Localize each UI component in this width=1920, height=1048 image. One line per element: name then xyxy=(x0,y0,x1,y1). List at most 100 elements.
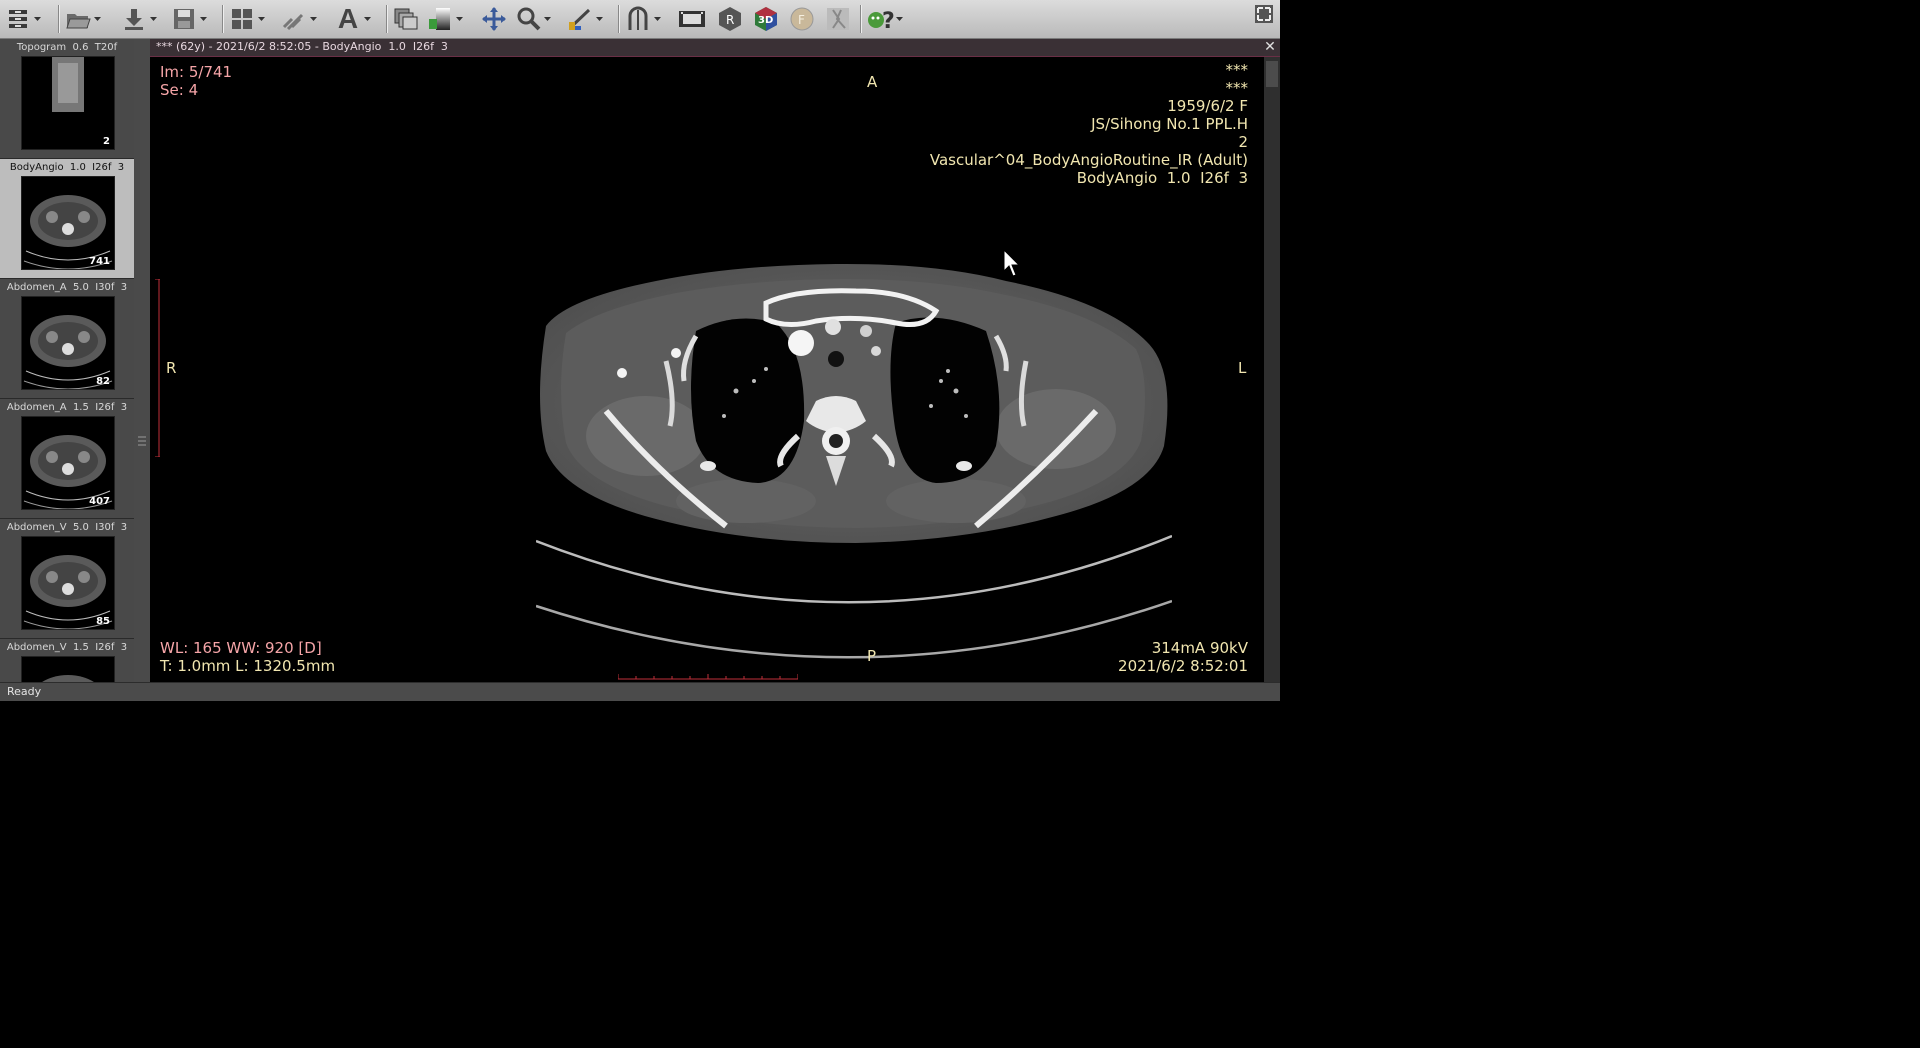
svg-text:?: ? xyxy=(882,9,894,32)
orientation-left: L xyxy=(1238,359,1247,377)
series-thumbnail[interactable]: Abdomen_V 1.5 I26f 3 xyxy=(0,639,134,682)
series-thumbnail-label: Abdomen_A 1.5 I26f 3 xyxy=(6,402,128,413)
text-glyph: A xyxy=(337,3,359,34)
toolbar: A R 3D F ? xyxy=(0,0,1280,39)
series-thumbnail-image: 741 xyxy=(21,176,115,270)
chevron-down-icon[interactable] xyxy=(454,5,464,33)
pan-icon xyxy=(480,5,508,33)
series-image-count: 741 xyxy=(89,256,110,267)
patient-info-line: BodyAngio 1.0 I26f 3 xyxy=(1076,169,1248,187)
patient-info-line: *** xyxy=(1225,61,1249,79)
application-window: A R 3D F ? Topogram 0.6 T20f 2 BodyAngio… xyxy=(0,0,1280,701)
vessel-button[interactable] xyxy=(824,4,852,34)
chevron-down-icon[interactable] xyxy=(32,5,42,33)
chevron-down-icon[interactable] xyxy=(542,5,552,33)
panel-splitter[interactable] xyxy=(134,39,150,682)
series-image-count: 82 xyxy=(96,376,110,387)
toolbar-separator xyxy=(58,5,59,33)
help-button[interactable]: ? xyxy=(866,4,904,34)
viewer-scrollbar[interactable] xyxy=(1264,57,1280,682)
patient-info-line: 1959/6/2 F xyxy=(1167,97,1248,115)
series-thumbnail-image: 82 xyxy=(21,296,115,390)
orientation-anterior: A xyxy=(867,73,878,91)
toolbar-separator xyxy=(860,5,861,33)
series-thumbnail[interactable]: Topogram 0.6 T20f 2 xyxy=(0,39,134,159)
layout-button[interactable] xyxy=(228,4,266,34)
toolbar-separator xyxy=(618,5,619,33)
series-thumbnail-label: Abdomen_V 5.0 I30f 3 xyxy=(6,522,128,533)
series-thumbnail-label: BodyAngio 1.0 I26f 3 xyxy=(9,162,125,173)
stack-button[interactable] xyxy=(392,4,420,34)
splitter-grip-icon[interactable] xyxy=(137,429,147,453)
series-thumbnail[interactable]: Abdomen_V 5.0 I30f 3 85 xyxy=(0,519,134,639)
mpr-button[interactable] xyxy=(624,4,662,34)
link-icon xyxy=(280,5,308,33)
orientation-posterior: P xyxy=(867,647,877,665)
chevron-down-icon[interactable] xyxy=(652,5,662,33)
3d-icon: 3D xyxy=(752,5,780,33)
measure-icon xyxy=(566,5,594,33)
series-thumbnail-label: Abdomen_V 1.5 I26f 3 xyxy=(6,642,128,653)
window-level-button[interactable] xyxy=(426,4,464,34)
scrollbar-thumb[interactable] xyxy=(1266,61,1278,87)
stack-images-icon xyxy=(392,5,420,33)
svg-text:F: F xyxy=(798,13,805,27)
film-icon xyxy=(678,5,706,33)
ct-axial-slice-image[interactable] xyxy=(536,251,1172,701)
pan-button[interactable] xyxy=(480,4,508,34)
viewer-title-bar: *** (62y) - 2021/6/2 8:52:05 - BodyAngio… xyxy=(150,39,1280,57)
series-thumbnail-image: 407 xyxy=(21,416,115,510)
series-image-count: 2 xyxy=(103,136,110,147)
measure-button[interactable] xyxy=(566,4,604,34)
film-button[interactable] xyxy=(678,4,706,34)
series-number: Se: 4 xyxy=(160,81,199,99)
chevron-down-icon[interactable] xyxy=(594,5,604,33)
series-thumbnail-label: Abdomen_A 5.0 I30f 3 xyxy=(6,282,128,293)
patient-info-line: 2 xyxy=(1238,133,1248,151)
series-thumbnail-image: 2 xyxy=(21,56,115,150)
series-thumbnail[interactable]: BodyAngio 1.0 I26f 3 741 xyxy=(0,159,134,279)
vessel-icon xyxy=(824,5,852,33)
open-folder-icon xyxy=(64,5,92,33)
link-button[interactable] xyxy=(280,4,318,34)
text-annotation-button[interactable]: A xyxy=(334,3,372,34)
close-icon[interactable]: ✕ xyxy=(1262,39,1278,55)
window-level-icon xyxy=(426,5,454,33)
fusion-button[interactable]: F xyxy=(788,4,816,34)
vertical-scale-ruler xyxy=(155,279,160,457)
maximize-viewer-icon[interactable] xyxy=(1254,4,1274,24)
toolbar-separator xyxy=(386,5,387,33)
chevron-down-icon[interactable] xyxy=(256,5,266,33)
text-annotation-icon: A xyxy=(334,3,362,34)
chevron-down-icon[interactable] xyxy=(894,5,904,33)
chevron-down-icon[interactable] xyxy=(362,5,372,33)
series-thumbnail[interactable]: Abdomen_A 5.0 I30f 3 82 xyxy=(0,279,134,399)
import-button[interactable] xyxy=(120,4,158,34)
chevron-down-icon[interactable] xyxy=(308,5,318,33)
zoom-button[interactable] xyxy=(514,4,552,34)
3d-button[interactable]: 3D xyxy=(752,4,780,34)
open-button[interactable] xyxy=(64,4,102,34)
mouse-pointer-icon xyxy=(1003,249,1021,277)
acquisition-datetime: 2021/6/2 8:52:01 xyxy=(1118,657,1248,675)
patient-browser-button[interactable] xyxy=(4,4,42,34)
patient-info-line: Vascular^04_BodyAngioRoutine_IR (Adult) xyxy=(929,151,1248,169)
series-image-count: 407 xyxy=(89,496,110,507)
reconstruction-button[interactable]: R xyxy=(716,4,744,34)
patient-info-line: JS/Sihong No.1 PPL.H xyxy=(1091,115,1248,133)
series-thumbnail[interactable]: Abdomen_A 1.5 I26f 3 407 xyxy=(0,399,134,519)
chevron-down-icon[interactable] xyxy=(92,5,102,33)
chevron-down-icon[interactable] xyxy=(198,5,208,33)
status-bar: Ready xyxy=(0,682,1280,701)
series-thumbnail-label: Topogram 0.6 T20f xyxy=(16,42,118,53)
image-viewer[interactable]: *** (62y) - 2021/6/2 8:52:05 - BodyAngio… xyxy=(150,39,1280,682)
svg-text:R: R xyxy=(726,13,734,27)
layout-grid-icon xyxy=(228,5,256,33)
patient-info-overlay: *** *** 1959/6/2 F JS/Sihong No.1 PPL.H 2 Vas… xyxy=(930,61,1248,187)
series-thumbnail-image xyxy=(21,656,115,682)
exposure-readout: 314mA 90kV xyxy=(1151,639,1248,657)
chevron-down-icon[interactable] xyxy=(148,5,158,33)
download-icon xyxy=(120,5,148,33)
reconstruction-icon: R xyxy=(716,5,744,33)
save-button[interactable] xyxy=(170,4,208,34)
